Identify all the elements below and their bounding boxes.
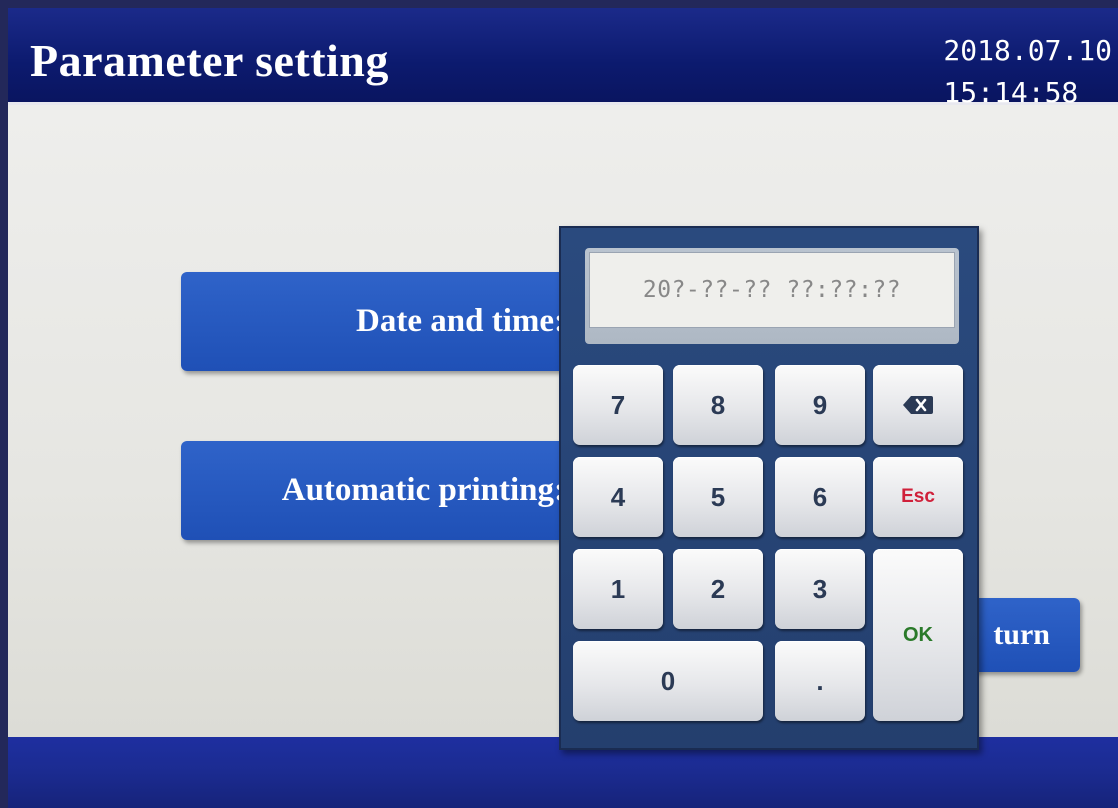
page-title: Parameter setting [30, 35, 389, 86]
key-8[interactable]: 8 [673, 365, 763, 445]
key-0[interactable]: 0 [573, 641, 763, 721]
numeric-keypad: 20?-??-?? ??:??:?? 7 8 9 4 5 6 Esc 1 2 3… [559, 226, 979, 750]
automatic-printing-label[interactable]: Automatic printing: [181, 441, 581, 540]
keypad-display: 20?-??-?? ??:??:?? [589, 252, 955, 328]
key-9[interactable]: 9 [775, 365, 865, 445]
header-bar: Parameter setting 2018.07.10 15:14:58 [8, 8, 1118, 109]
key-5[interactable]: 5 [673, 457, 763, 537]
key-1[interactable]: 1 [573, 549, 663, 629]
key-7[interactable]: 7 [573, 365, 663, 445]
date-time-label-text: Date and time: [356, 303, 565, 339]
key-decimal-point[interactable]: . [775, 641, 865, 721]
datetime-readout: 2018.07.10 15:14:58 [943, 30, 1112, 114]
key-3[interactable]: 3 [775, 549, 865, 629]
key-6[interactable]: 6 [775, 457, 865, 537]
key-4[interactable]: 4 [573, 457, 663, 537]
key-2[interactable]: 2 [673, 549, 763, 629]
hmi-screen: Parameter setting 2018.07.10 15:14:58 Da… [0, 0, 1118, 808]
automatic-printing-label-text: Automatic printing: [281, 472, 565, 508]
ok-key[interactable]: OK [873, 549, 963, 721]
backspace-key[interactable] [873, 365, 963, 445]
keypad-display-frame: 20?-??-?? ??:??:?? [585, 248, 959, 344]
current-date: 2018.07.10 [943, 34, 1112, 67]
backspace-icon [903, 396, 933, 414]
date-time-label[interactable]: Date and time: [181, 272, 581, 371]
esc-key[interactable]: Esc [873, 457, 963, 537]
return-button-label: turn [993, 618, 1050, 651]
